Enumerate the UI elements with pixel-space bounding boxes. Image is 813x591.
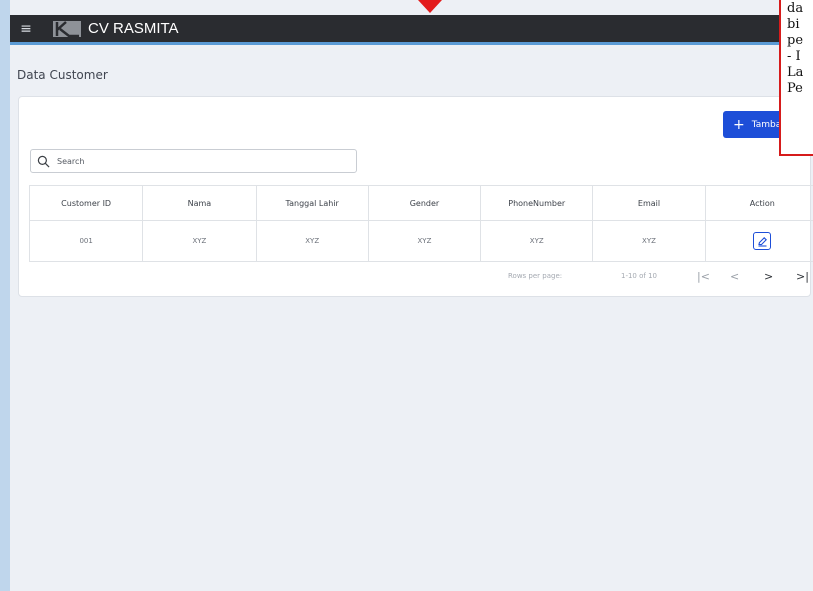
annotation-box: da bi pe - I La Pe (779, 0, 813, 156)
col-header-email[interactable]: Email (592, 185, 706, 221)
chevron-right-icon[interactable]: > (764, 270, 773, 283)
annotation-line: da (787, 1, 804, 16)
last-page-icon[interactable]: >| (796, 270, 809, 283)
col-header-nama[interactable]: Nama (142, 185, 257, 221)
pagination: Rows per page: 1-10 of 10 |< < > >| (10, 270, 813, 284)
annotation-line: bi (787, 17, 800, 32)
add-button-label: Tamba (751, 119, 782, 130)
rows-per-page-label: Rows per page: (508, 272, 563, 280)
col-header-phone[interactable]: PhoneNumber (480, 185, 594, 221)
page-range: 1-10 of 10 (621, 272, 657, 280)
search-icon (37, 155, 50, 167)
top-navbar: ≡ CV RASMITA (10, 15, 813, 45)
search-box (30, 149, 357, 173)
cell-customer-id: 001 (28, 220, 144, 262)
cell-phone: XYZ (480, 220, 594, 262)
red-arrow-marker (418, 0, 442, 13)
col-header-tanggal-lahir[interactable]: Tanggal Lahir (255, 185, 369, 221)
customer-table: Customer ID Nama Tanggal Lahir Gender Ph… (28, 185, 813, 262)
cell-gender: XYZ (367, 220, 482, 262)
cell-email: XYZ (592, 220, 706, 262)
search-input[interactable] (57, 156, 337, 166)
edit-icon[interactable] (753, 232, 772, 250)
annotation-line: pe (787, 33, 804, 48)
first-page-icon[interactable]: |< (697, 270, 710, 283)
col-header-gender[interactable]: Gender (367, 185, 482, 221)
plus-icon: + (733, 116, 745, 133)
annotation-line: - I (787, 49, 801, 64)
app-title: CV RASMITA (88, 20, 179, 37)
app-window: ≡ CV RASMITA Data Customer + Tamba Custo… (10, 0, 813, 591)
chevron-left-icon[interactable]: < (730, 270, 739, 283)
hamburger-icon: ≡ (20, 20, 32, 37)
table-row: 001 XYZ XYZ XYZ XYZ XYZ (28, 220, 813, 262)
col-header-customer-id[interactable]: Customer ID (28, 185, 144, 221)
cell-action (704, 220, 813, 262)
table-header-row: Customer ID Nama Tanggal Lahir Gender Ph… (28, 185, 813, 221)
cell-tanggal-lahir: XYZ (255, 220, 369, 262)
page-title: Data Customer (17, 68, 108, 82)
col-header-action: Action (704, 185, 813, 221)
annotation-line: Pe (787, 81, 803, 96)
hamburger-menu-button[interactable]: ≡ (10, 14, 42, 44)
annotation-line: La (787, 65, 804, 80)
company-logo (53, 20, 81, 37)
cell-nama: XYZ (142, 220, 257, 262)
